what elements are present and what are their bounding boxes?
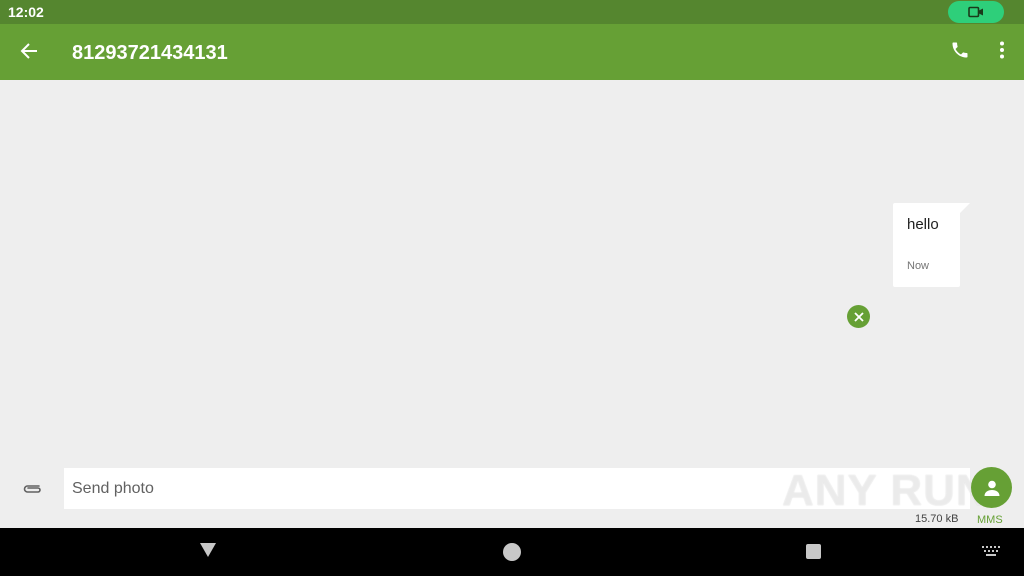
attach-button[interactable] [18,476,46,502]
nav-home-circle-icon[interactable] [503,543,521,561]
keyboard-icon[interactable] [982,546,1000,556]
message-input[interactable] [64,468,970,509]
message-timestamp: Now [907,260,930,272]
more-vert-icon [1000,41,1004,59]
screen-record-indicator[interactable] [948,1,1004,23]
message-text: hello [907,216,939,233]
call-button[interactable] [946,36,974,64]
message-bubble-tail [958,203,970,215]
conversation-title: 81293721434131 [72,42,228,64]
close-circle-icon [853,311,864,322]
nav-recents-square-icon[interactable] [806,544,821,559]
person-icon [984,480,999,496]
send-button[interactable] [971,467,1012,508]
video-camera-icon [968,6,983,18]
nav-back-triangle-icon[interactable] [199,542,217,558]
message-failed-indicator[interactable] [847,305,870,328]
paperclip-icon [23,485,41,493]
navigation-bar [0,528,1024,576]
attachment-size: 15.70 kB [915,513,959,525]
status-time: 12:02 [8,4,44,20]
phone-icon [952,42,968,58]
message-bubble[interactable]: hello Now [893,203,960,287]
send-mode-label: MMS [977,514,1003,526]
app-bar: 81293721434131 [0,24,1024,80]
status-bar: 12:02 [0,0,1024,24]
back-button[interactable] [14,36,44,66]
arrow-back-icon [20,43,37,59]
more-options-button[interactable] [990,36,1014,64]
